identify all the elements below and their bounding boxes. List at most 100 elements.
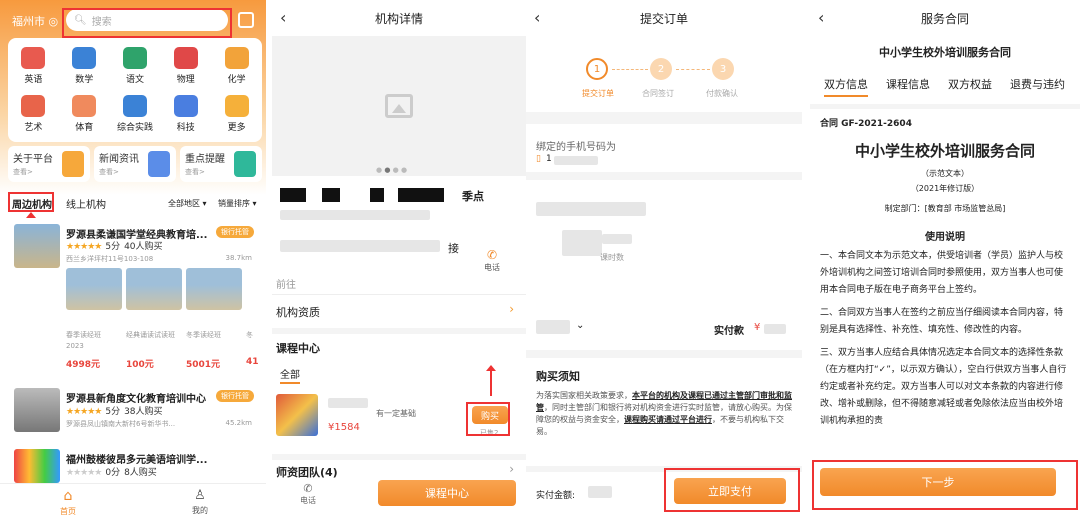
category-icon [21,95,46,117]
category-label: 更多 [227,123,246,133]
list-item[interactable]: 罗源县柔谦国学堂经典教育培... 银行托管 ★★★★★ 5分 40人购买 西兰乡洋坪… [8,218,259,376]
course-name: 经典诵读试读班 [126,331,175,339]
tab-refund[interactable]: 退费与违约 [1010,76,1065,92]
tab-all[interactable]: 全部 [280,366,300,384]
card-icon [148,151,170,177]
category-item[interactable]: 英语 [8,42,59,90]
nav-mine[interactable]: ♙ 我的 [192,488,208,516]
category-icon [173,95,198,117]
institution-tabs: 周边机构 线上机构 全部地区 ▾ 销量排序 ▾ [0,193,266,213]
bound-phone-label: 绑定的手机号码为 [536,142,616,153]
category-item[interactable]: 物理 [160,42,211,90]
back-icon[interactable]: ‹ [280,8,286,27]
contract-subtitle: 中小学生校外培训服务合同 [879,46,1011,59]
step-label: 付款确认 [706,89,738,98]
annotation-arrow [486,365,496,396]
category-label: 化学 [227,75,246,85]
image-placeholder-icon [385,94,413,118]
list-item[interactable]: 福州鼓楼彼昂多元美语培训学... ★★★★★ 0分 8人购买 [8,444,258,484]
step-label: 合同签订 [642,89,674,98]
category-item[interactable]: 化学 [211,42,262,90]
city-selector[interactable]: 福州市 ◎ [12,13,58,29]
category-icon [72,47,97,69]
page-header: ‹ 机构详情 [272,0,526,36]
phone-contact[interactable]: ✆ 电话 [484,248,500,273]
distance: 38.7km [225,254,252,262]
service-contract-screen: ‹ 服务合同 中小学生校外培训服务合同 双方信息 课程信息 双方权益 退费与违约… [810,0,1080,521]
contract-code: 合同 GF-2021-2604 [820,119,912,129]
institution-detail-screen: ‹ 机构详情 ● ● ● ● 季点 接 ✆ 电话 前往 机构资质 › 课程中心 全… [272,0,526,521]
course-name: 春季读经班 2023 [66,331,101,350]
step-2: 2 [650,58,672,80]
category-label: 数学 [75,75,94,85]
info-card[interactable]: 重点提醒 查看> [180,146,262,182]
category-item[interactable]: 更多 [211,90,262,138]
back-icon[interactable]: ‹ [534,8,540,27]
institution-thumbnail [14,224,60,268]
institution-name-partial: 季点 [462,190,484,203]
course-price: 4998元 [66,360,101,370]
phone-card: 绑定的手机号码为 ▯ 1 [526,124,802,172]
blurred-text [280,240,440,252]
sample-label: （示范文本） [921,169,969,178]
category-item[interactable]: 综合实践 [110,90,161,138]
tab-online[interactable]: 线上机构 [66,196,106,211]
institution-thumbnail [14,388,60,432]
nav-home[interactable]: ⌂ 首页 [60,488,76,517]
blurred-text [536,202,646,216]
location-pin-icon: ◎ [45,15,59,28]
filter-region[interactable]: 全部地区 ▾ [168,198,207,209]
page-header: ‹ 提交订单 [526,0,802,36]
category-item[interactable]: 体育 [59,90,110,138]
page-title: 机构详情 [374,11,423,26]
category-icon [122,95,147,117]
chevron-right-icon[interactable]: › [509,462,514,476]
search-input[interactable]: 🔍︎ 搜索 [66,9,228,31]
contract-tabs: 双方信息 课程信息 双方权益 退费与违约 [810,70,1080,98]
course-price: 41 [246,357,259,367]
tab-rights[interactable]: 双方权益 [948,76,992,92]
category-grid: 英语 数学 语文 物理 化学艺术 体育 综合实践 科技 更多 [8,38,262,142]
phone-icon: ▯ [536,154,541,164]
info-cards: 关于平台 查看> 新闻资讯 查看> 重点提醒 查看> [8,146,262,182]
tab-party-info[interactable]: 双方信息 [824,76,868,97]
category-item[interactable]: 艺术 [8,90,59,138]
next-step-button[interactable]: 下一步 [820,468,1056,496]
redacted-text [398,188,444,202]
scan-icon[interactable] [238,12,254,28]
redacted-text [280,188,306,202]
tab-course-info[interactable]: 课程信息 [886,76,930,92]
filter-sort[interactable]: 销量排序 ▾ [218,198,257,209]
course-center-button[interactable]: 课程中心 [378,480,516,506]
course-item[interactable]: 有一定基础 ¥1584 购买 已售2 [272,390,526,450]
info-card[interactable]: 新闻资讯 查看> [94,146,176,182]
category-label: 物理 [176,75,195,85]
buy-button[interactable]: 购买 [472,406,508,424]
institution-name: 福州鼓楼彼昂多元美语培训学... [66,455,208,466]
notice-title: 购买须知 [536,370,580,383]
list-item[interactable]: 罗源县新角度文化教育培训中心 银行托管 ★★★★★ 5分 38人购买 罗源县凤山镇南… [8,383,258,437]
category-item[interactable]: 科技 [160,90,211,138]
qualification-row[interactable]: 机构资质 › [272,296,526,326]
category-icon [173,47,198,69]
amount-label: 实付金额: [536,491,576,501]
category-item[interactable]: 数学 [59,42,110,90]
category-icon [21,47,46,69]
bottom-phone[interactable]: ✆ 电话 [300,482,316,506]
order-card: 课时数 ⌄ 实付款 ¥ [526,180,802,350]
institution-thumbnail [14,449,60,483]
page-title: 提交订单 [639,11,688,26]
institution-name: 罗源县新角度文化教育培训中心 [66,394,206,405]
chevron-right-icon: › [509,302,514,316]
institution-list: 罗源县柔谦国学堂经典教育培... 银行托管 ★★★★★ 5分 40人购买 西兰乡洋坪… [8,218,259,484]
pay-now-button[interactable]: 立即支付 [674,478,786,504]
category-icon [224,47,249,69]
info-card[interactable]: 关于平台 查看> [8,146,90,182]
chevron-down-icon[interactable]: ⌄ [576,320,584,331]
category-item[interactable]: 语文 [110,42,161,90]
usage-heading: 使用说明 [925,232,965,243]
bank-escrow-badge: 银行托管 [216,226,254,238]
course-price: ¥1584 [328,422,360,433]
course-price: 100元 [126,360,154,370]
back-icon[interactable]: ‹ [818,8,824,27]
